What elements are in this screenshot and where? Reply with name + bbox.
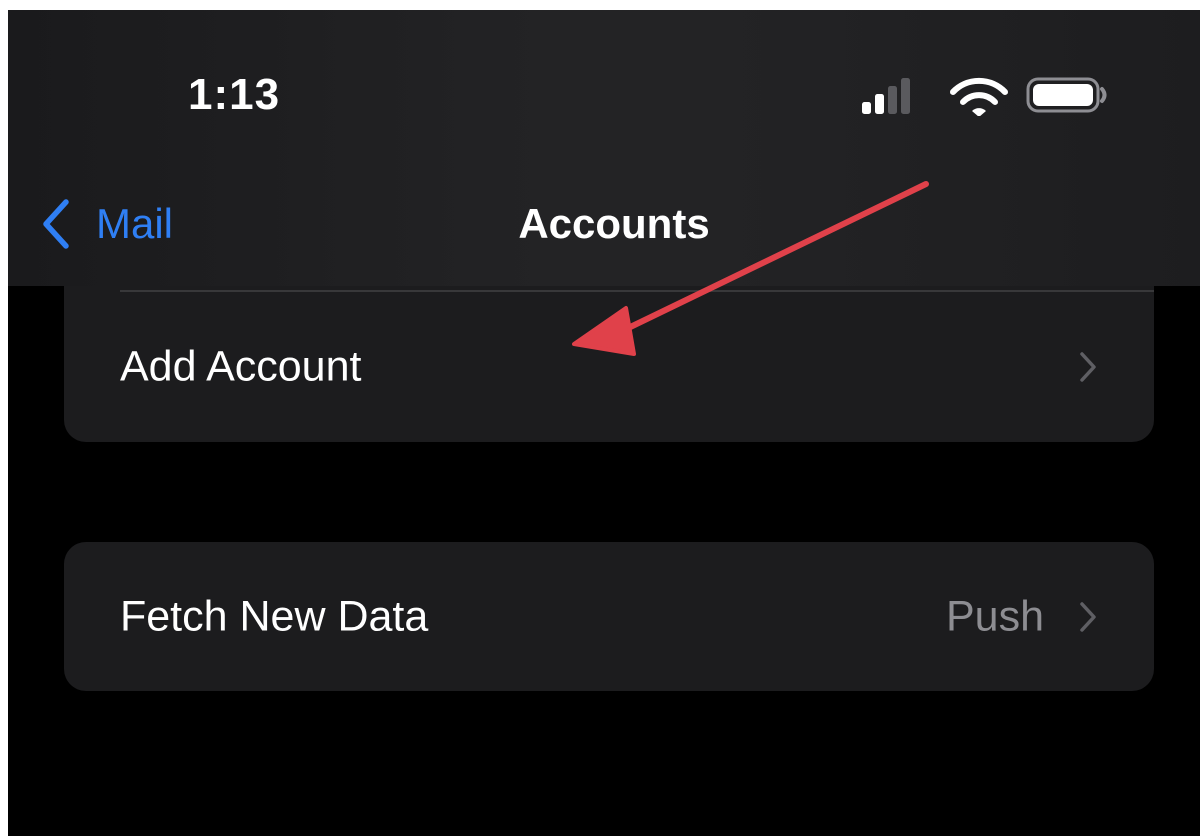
- navigation-bar: 1:13 Mail Accounts: [8, 10, 1200, 286]
- fetch-new-data-value: Push: [945, 592, 1044, 641]
- chevron-right-icon: [1080, 352, 1096, 382]
- battery-icon: [1026, 77, 1107, 113]
- fetch-new-data-label: Fetch New Data: [120, 592, 429, 641]
- fetch-new-data-row[interactable]: Fetch New Data Push: [64, 542, 1154, 692]
- settings-screen: Add Account Fetch New Data Push 1:13 Mai…: [8, 10, 1200, 836]
- cellular-signal-icon: [862, 78, 910, 114]
- status-time: 1:13: [188, 70, 281, 119]
- add-account-row[interactable]: Add Account: [64, 292, 1154, 442]
- page-title: Accounts: [518, 200, 710, 247]
- chevron-right-icon: [1080, 602, 1096, 632]
- fetch-group: Fetch New Data Push: [64, 542, 1154, 691]
- add-account-label: Add Account: [120, 342, 362, 391]
- status-icons: [862, 77, 1107, 116]
- wifi-icon: [950, 77, 1008, 116]
